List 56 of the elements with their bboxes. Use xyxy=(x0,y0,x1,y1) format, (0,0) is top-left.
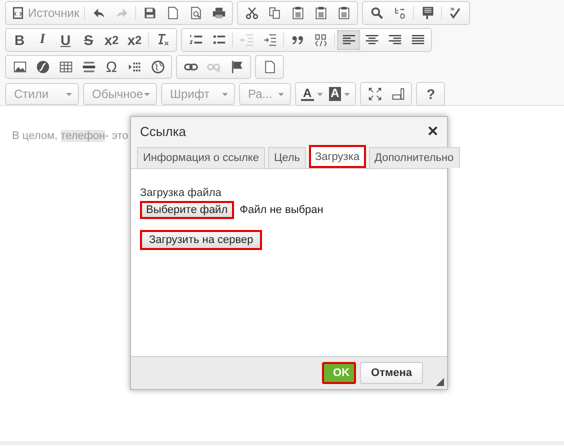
dialog-tab[interactable]: Дополнительно xyxy=(368,147,460,168)
resize-grip-icon[interactable] xyxy=(436,378,444,386)
checkmark-icon xyxy=(448,6,463,20)
undo-icon xyxy=(92,6,106,20)
flash-icon xyxy=(36,60,50,74)
color-button[interactable]: A xyxy=(326,84,354,104)
div-block-icon xyxy=(314,33,328,47)
format-button[interactable]: Ω xyxy=(100,57,123,77)
horizontal-rule-icon xyxy=(82,60,96,74)
quote-icon xyxy=(290,33,304,47)
redo-icon xyxy=(114,6,129,20)
format-button[interactable]: S xyxy=(77,30,100,50)
align-left-icon xyxy=(342,33,356,47)
dialog-title: Ссылка xyxy=(140,124,186,138)
globe-icon xyxy=(150,60,164,74)
page-break-icon xyxy=(128,60,142,74)
dialog-tab[interactable]: Загрузка xyxy=(309,145,366,168)
align-justify-icon xyxy=(410,33,424,47)
format-button[interactable]: U xyxy=(54,30,77,50)
dialog-tab[interactable]: Информация о ссылке xyxy=(137,147,265,168)
scissors-icon xyxy=(244,6,259,20)
dialog-tab[interactable]: Цель xyxy=(268,147,306,168)
upload-button[interactable]: Загрузить на сервер xyxy=(140,230,262,250)
cancel-button[interactable]: Отмена xyxy=(360,362,423,384)
upload-label: Загрузка файла xyxy=(140,187,222,199)
show-blocks-icon xyxy=(390,87,405,101)
bulleted-list-icon xyxy=(212,33,226,47)
document-icon xyxy=(166,6,180,20)
flag-icon xyxy=(230,60,244,74)
outdent-icon xyxy=(240,33,254,47)
select-all-icon xyxy=(420,6,435,20)
align-center-icon xyxy=(364,33,378,47)
clear-format-icon xyxy=(156,33,170,47)
replace-icon xyxy=(392,6,407,20)
numbered-list-icon xyxy=(188,33,202,47)
source-code-icon xyxy=(11,6,25,20)
align-left-button[interactable] xyxy=(337,30,360,50)
choose-file-button[interactable]: Выберите файл xyxy=(140,201,234,219)
indent-icon xyxy=(262,33,276,47)
clipboard-icon xyxy=(336,6,351,20)
clipboard-icon xyxy=(314,6,328,20)
document-magnifier-icon xyxy=(188,6,203,20)
file-status: Файл не выбран xyxy=(240,204,324,216)
format-button[interactable]: ? xyxy=(419,84,442,104)
maximize-icon xyxy=(368,87,382,101)
format-button[interactable]: B xyxy=(8,30,31,50)
image-icon xyxy=(12,60,26,74)
align-right-icon xyxy=(388,33,402,47)
copy-icon xyxy=(268,6,282,20)
clipboard-icon xyxy=(290,6,305,20)
table-icon xyxy=(58,60,72,74)
document-icon xyxy=(262,60,276,74)
format-button[interactable]: I xyxy=(31,30,54,50)
search-icon xyxy=(370,6,384,20)
printer-icon xyxy=(212,6,226,20)
color-button[interactable]: A xyxy=(298,84,326,104)
